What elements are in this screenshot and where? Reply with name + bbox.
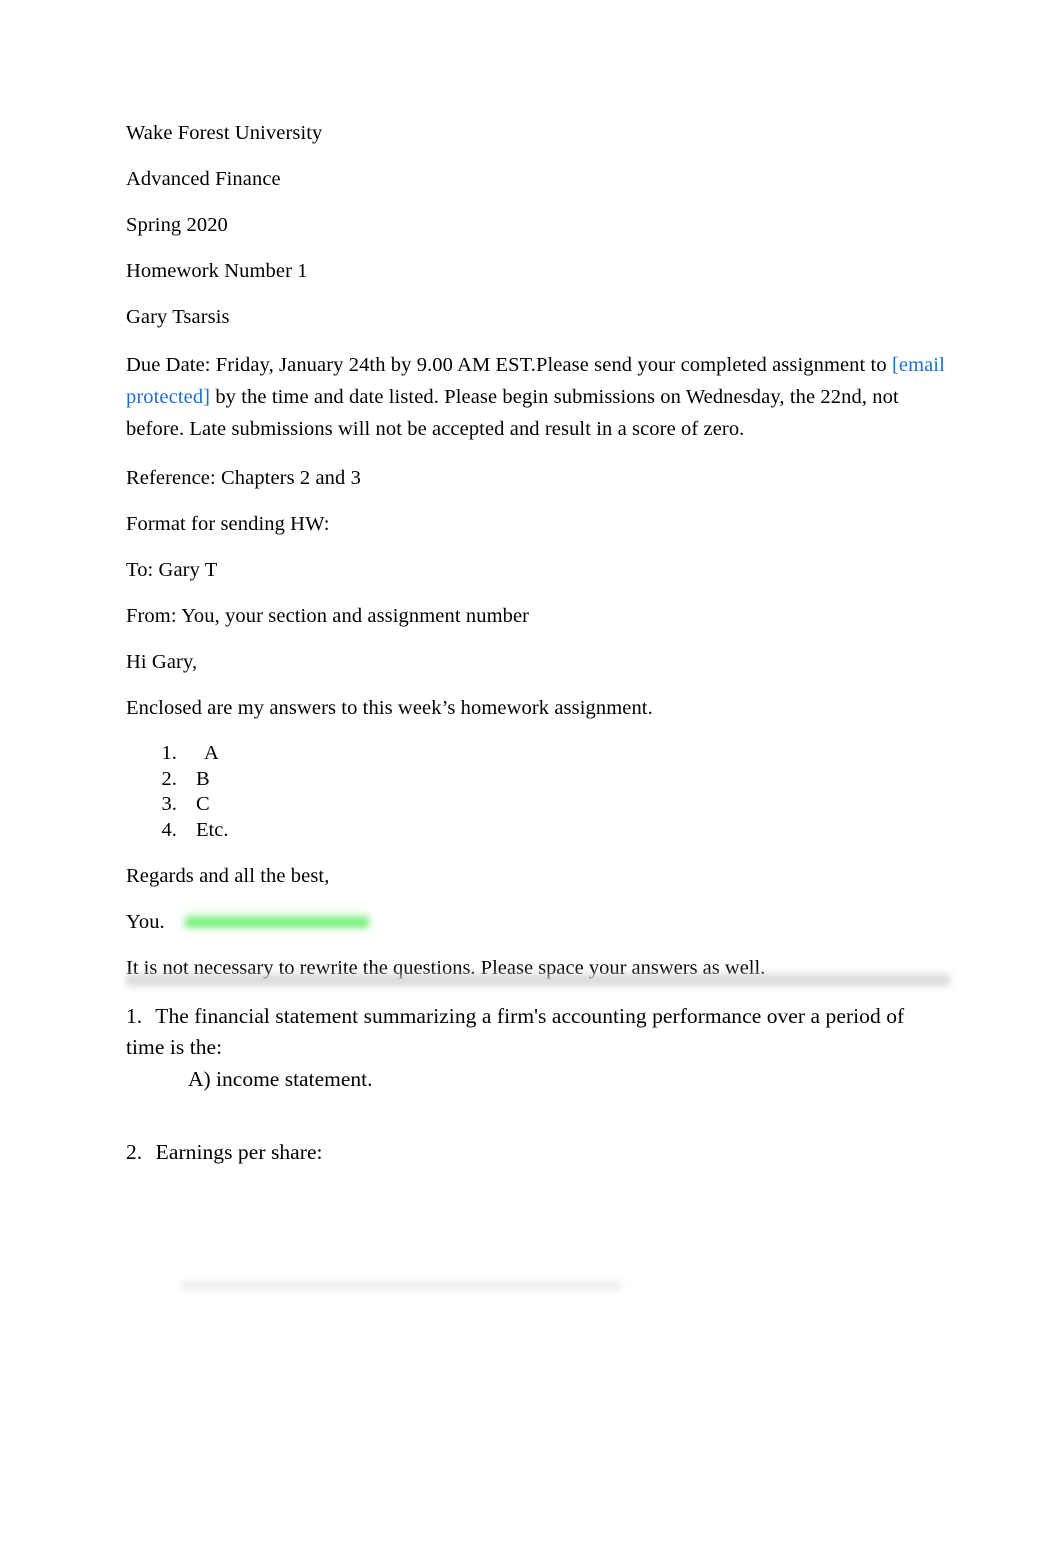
header-line-course: Advanced Finance: [126, 168, 281, 191]
question-2-number: 2.: [126, 1139, 143, 1164]
question-2: 2. Earnings per share:: [126, 1137, 323, 1167]
salutation-line: Hi Gary,: [126, 650, 198, 673]
list-item: C: [182, 792, 946, 818]
document-page: Wake Forest University Advanced Finance …: [0, 0, 1062, 1561]
faint-blur-artifact: [182, 1278, 622, 1294]
due-date-text-before: Due Date: Friday, January 24th by 9.00 A…: [126, 354, 892, 377]
header-line-term: Spring 2020: [126, 214, 228, 237]
due-date-text-after: by the time and date listed. Please begi…: [126, 386, 899, 440]
header-line-assignment: Homework Number 1: [126, 260, 308, 283]
question-2-text: Earnings per share:: [155, 1139, 323, 1164]
list-item: Etc.: [182, 818, 946, 844]
list-item: A: [182, 741, 946, 767]
signature-line: You.: [126, 911, 165, 934]
closing-line: Regards and all the best,: [126, 865, 330, 888]
answer-placeholder-list: A B C Etc.: [126, 741, 946, 844]
reference-line: Reference: Chapters 2 and 3: [126, 466, 361, 489]
to-line: To: Gary T: [126, 558, 218, 581]
question-1: 1. The financial statement summarizing a…: [126, 1001, 946, 1063]
list-item: B: [182, 767, 946, 793]
question-1-number: 1.: [126, 1004, 143, 1029]
header-line-instructor: Gary Tsarsis: [126, 306, 230, 329]
question-1-choice-a: A) income statement.: [188, 1066, 373, 1091]
document-body: Wake Forest University Advanced Finance …: [126, 120, 950, 1294]
due-date-paragraph: Due Date: Friday, January 24th by 9.00 A…: [126, 350, 946, 445]
note-line: It is not necessary to rewrite the quest…: [126, 957, 766, 980]
format-heading: Format for sending HW:: [126, 512, 330, 535]
enclosed-line: Enclosed are my answers to this week’s h…: [126, 696, 653, 719]
header-line-university: Wake Forest University: [126, 122, 323, 144]
question-1-text: The financial statement summarizing a fi…: [126, 1004, 905, 1060]
from-line: From: You, your section and assignment n…: [126, 604, 530, 627]
